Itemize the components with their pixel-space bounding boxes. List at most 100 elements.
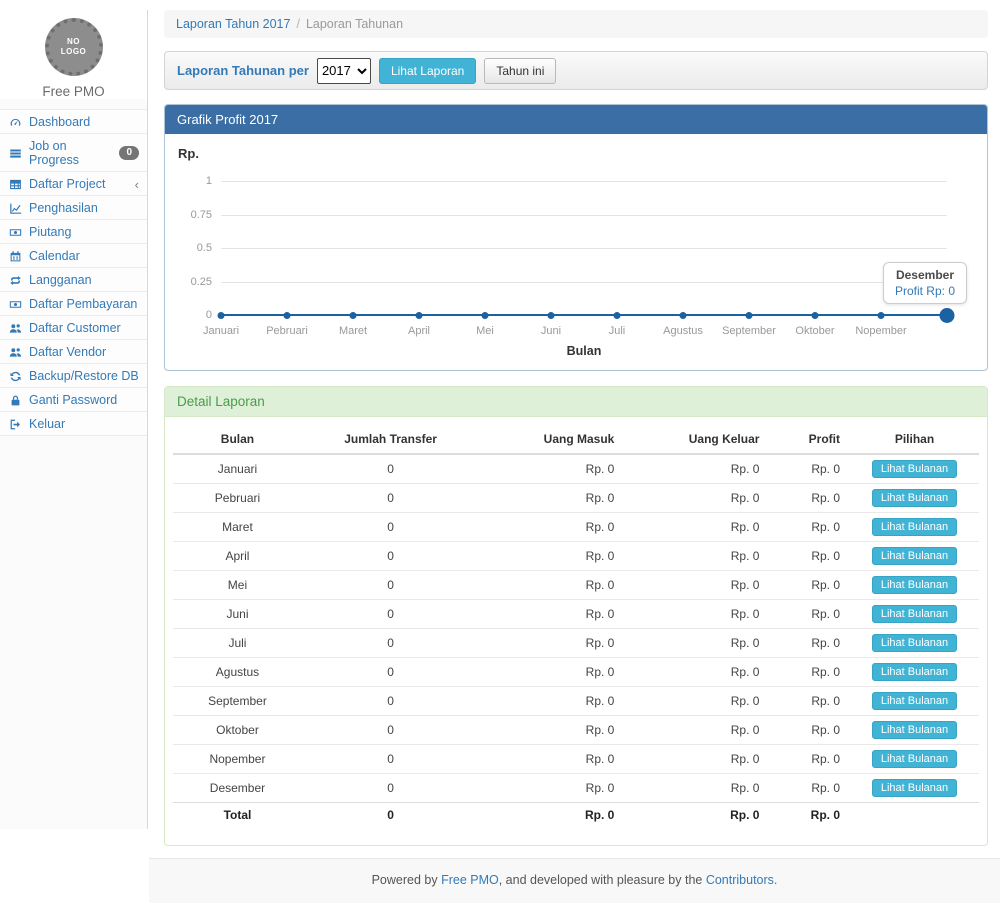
cell-bulan: Juni bbox=[173, 600, 302, 629]
sidebar-item-calendar[interactable]: Calendar bbox=[0, 243, 147, 267]
main-content: Laporan Tahun 2017/Laporan Tahunan Lapor… bbox=[149, 10, 1000, 903]
cell-profit: Rp. 0 bbox=[769, 513, 850, 542]
sidebar-item-job-on-progress[interactable]: Job on Progress0 bbox=[0, 133, 147, 171]
chart-point[interactable] bbox=[218, 312, 225, 319]
cell-bulan: Pebruari bbox=[173, 484, 302, 513]
cell-pilihan: Lihat Bulanan bbox=[850, 484, 979, 513]
tahun-ini-button[interactable]: Tahun ini bbox=[484, 58, 556, 84]
sidebar-item-penghasilan[interactable]: Penghasilan bbox=[0, 195, 147, 219]
lock-icon bbox=[8, 394, 22, 407]
cell-profit: Rp. 0 bbox=[769, 454, 850, 484]
x-tick-label: Pebruari bbox=[266, 325, 308, 337]
lihat-bulanan-button[interactable]: Lihat Bulanan bbox=[872, 721, 957, 739]
x-axis-title: Bulan bbox=[221, 344, 947, 358]
sidebar-item-dashboard[interactable]: Dashboard bbox=[0, 109, 147, 133]
chart-icon bbox=[8, 202, 22, 215]
table-row: Pebruari0Rp. 0Rp. 0Rp. 0Lihat Bulanan bbox=[173, 484, 979, 513]
lihat-bulanan-button[interactable]: Lihat Bulanan bbox=[872, 605, 957, 623]
breadcrumb-link[interactable]: Laporan Tahun 2017 bbox=[176, 17, 290, 31]
breadcrumb-current: Laporan Tahunan bbox=[306, 17, 403, 31]
y-axis-title: Rp. bbox=[178, 146, 199, 161]
y-tick-label: 0.5 bbox=[197, 242, 212, 254]
chart-point[interactable] bbox=[680, 312, 687, 319]
cell-pilihan: Lihat Bulanan bbox=[850, 658, 979, 687]
sidebar-item-keluar[interactable]: Keluar bbox=[0, 411, 147, 436]
sidebar-item-daftar-customer[interactable]: Daftar Customer bbox=[0, 315, 147, 339]
cell-uang-keluar: Rp. 0 bbox=[624, 687, 769, 716]
lihat-bulanan-button[interactable]: Lihat Bulanan bbox=[872, 460, 957, 478]
page-footer: Powered by Free PMO, and developed with … bbox=[149, 858, 1000, 903]
lihat-bulanan-button[interactable]: Lihat Bulanan bbox=[872, 576, 957, 594]
sidebar-item-daftar-vendor[interactable]: Daftar Vendor bbox=[0, 339, 147, 363]
cell-profit: Rp. 0 bbox=[769, 745, 850, 774]
table-row: Mei0Rp. 0Rp. 0Rp. 0Lihat Bulanan bbox=[173, 571, 979, 600]
sidebar-item-daftar-pembayaran[interactable]: Daftar Pembayaran bbox=[0, 291, 147, 315]
cell-pilihan: Lihat Bulanan bbox=[850, 513, 979, 542]
cell-bulan: Total bbox=[173, 803, 302, 828]
chart-point[interactable] bbox=[416, 312, 423, 319]
users-icon bbox=[8, 346, 22, 359]
chart-point[interactable] bbox=[878, 312, 885, 319]
chart-point[interactable] bbox=[284, 312, 291, 319]
cell-uang-keluar: Rp. 0 bbox=[624, 745, 769, 774]
cell-jumlah-transfer: 0 bbox=[302, 774, 479, 803]
x-tick-label: Juli bbox=[609, 325, 626, 337]
chart-point[interactable] bbox=[350, 312, 357, 319]
footer-contributors-link[interactable]: Contributors. bbox=[706, 873, 778, 887]
lihat-bulanan-button[interactable]: Lihat Bulanan bbox=[872, 547, 957, 565]
cell-pilihan: Lihat Bulanan bbox=[850, 454, 979, 484]
column-header-jumlah-transfer: Jumlah Transfer bbox=[302, 425, 479, 454]
chart-point[interactable] bbox=[746, 312, 753, 319]
cell-uang-keluar: Rp. 0 bbox=[624, 571, 769, 600]
chart-gridline bbox=[221, 282, 947, 283]
lihat-bulanan-button[interactable]: Lihat Bulanan bbox=[872, 750, 957, 768]
cell-uang-keluar: Rp. 0 bbox=[624, 803, 769, 828]
cell-uang-keluar: Rp. 0 bbox=[624, 484, 769, 513]
year-select[interactable]: 2017 bbox=[317, 58, 371, 84]
y-tick-label: 0.75 bbox=[191, 209, 212, 221]
table-row: Juli0Rp. 0Rp. 0Rp. 0Lihat Bulanan bbox=[173, 629, 979, 658]
chart-point[interactable] bbox=[548, 312, 555, 319]
chart-point-active[interactable] bbox=[940, 308, 955, 323]
lihat-bulanan-button[interactable]: Lihat Bulanan bbox=[872, 518, 957, 536]
footer-text-prefix: Powered by bbox=[372, 873, 441, 887]
lihat-bulanan-button[interactable]: Lihat Bulanan bbox=[872, 663, 957, 681]
sidebar-item-label: Piutang bbox=[29, 225, 71, 239]
sidebar-item-label: Daftar Project bbox=[29, 177, 105, 191]
chart-point[interactable] bbox=[482, 312, 489, 319]
cell-uang-masuk: Rp. 0 bbox=[479, 803, 624, 828]
filter-label: Laporan Tahunan per bbox=[177, 63, 309, 78]
chart-point[interactable] bbox=[614, 312, 621, 319]
cell-pilihan: Lihat Bulanan bbox=[850, 542, 979, 571]
x-tick-label: September bbox=[722, 325, 776, 337]
tooltip-title: Desember bbox=[895, 268, 955, 282]
lihat-bulanan-button[interactable]: Lihat Bulanan bbox=[872, 692, 957, 710]
cell-uang-keluar: Rp. 0 bbox=[624, 658, 769, 687]
x-tick-label: Mei bbox=[476, 325, 494, 337]
sidebar-item-langganan[interactable]: Langganan bbox=[0, 267, 147, 291]
sidebar-item-label: Ganti Password bbox=[29, 393, 117, 407]
lihat-bulanan-button[interactable]: Lihat Bulanan bbox=[872, 779, 957, 797]
lihat-bulanan-button[interactable]: Lihat Bulanan bbox=[872, 634, 957, 652]
x-tick-label: Oktober bbox=[795, 325, 834, 337]
sidebar-item-backup-restore-db[interactable]: Backup/Restore DB bbox=[0, 363, 147, 387]
footer-freepmo-link[interactable]: Free PMO bbox=[441, 873, 499, 887]
cell-bulan: Desember bbox=[173, 774, 302, 803]
cell-pilihan: Lihat Bulanan bbox=[850, 716, 979, 745]
tasks-icon bbox=[8, 147, 22, 160]
lihat-laporan-button[interactable]: Lihat Laporan bbox=[379, 58, 476, 84]
cell-uang-masuk: Rp. 0 bbox=[479, 629, 624, 658]
cell-jumlah-transfer: 0 bbox=[302, 571, 479, 600]
cell-uang-keluar: Rp. 0 bbox=[624, 542, 769, 571]
sidebar-item-ganti-password[interactable]: Ganti Password bbox=[0, 387, 147, 411]
chart-gridline bbox=[221, 215, 947, 216]
retweet-icon bbox=[8, 274, 22, 287]
lihat-bulanan-button[interactable]: Lihat Bulanan bbox=[872, 489, 957, 507]
sidebar-item-piutang[interactable]: Piutang bbox=[0, 219, 147, 243]
chart-point[interactable] bbox=[812, 312, 819, 319]
signout-icon bbox=[8, 418, 22, 431]
sidebar-item-daftar-project[interactable]: Daftar Project‹ bbox=[0, 171, 147, 195]
refresh-icon bbox=[8, 370, 22, 383]
cell-pilihan: Lihat Bulanan bbox=[850, 745, 979, 774]
cell-jumlah-transfer: 0 bbox=[302, 513, 479, 542]
